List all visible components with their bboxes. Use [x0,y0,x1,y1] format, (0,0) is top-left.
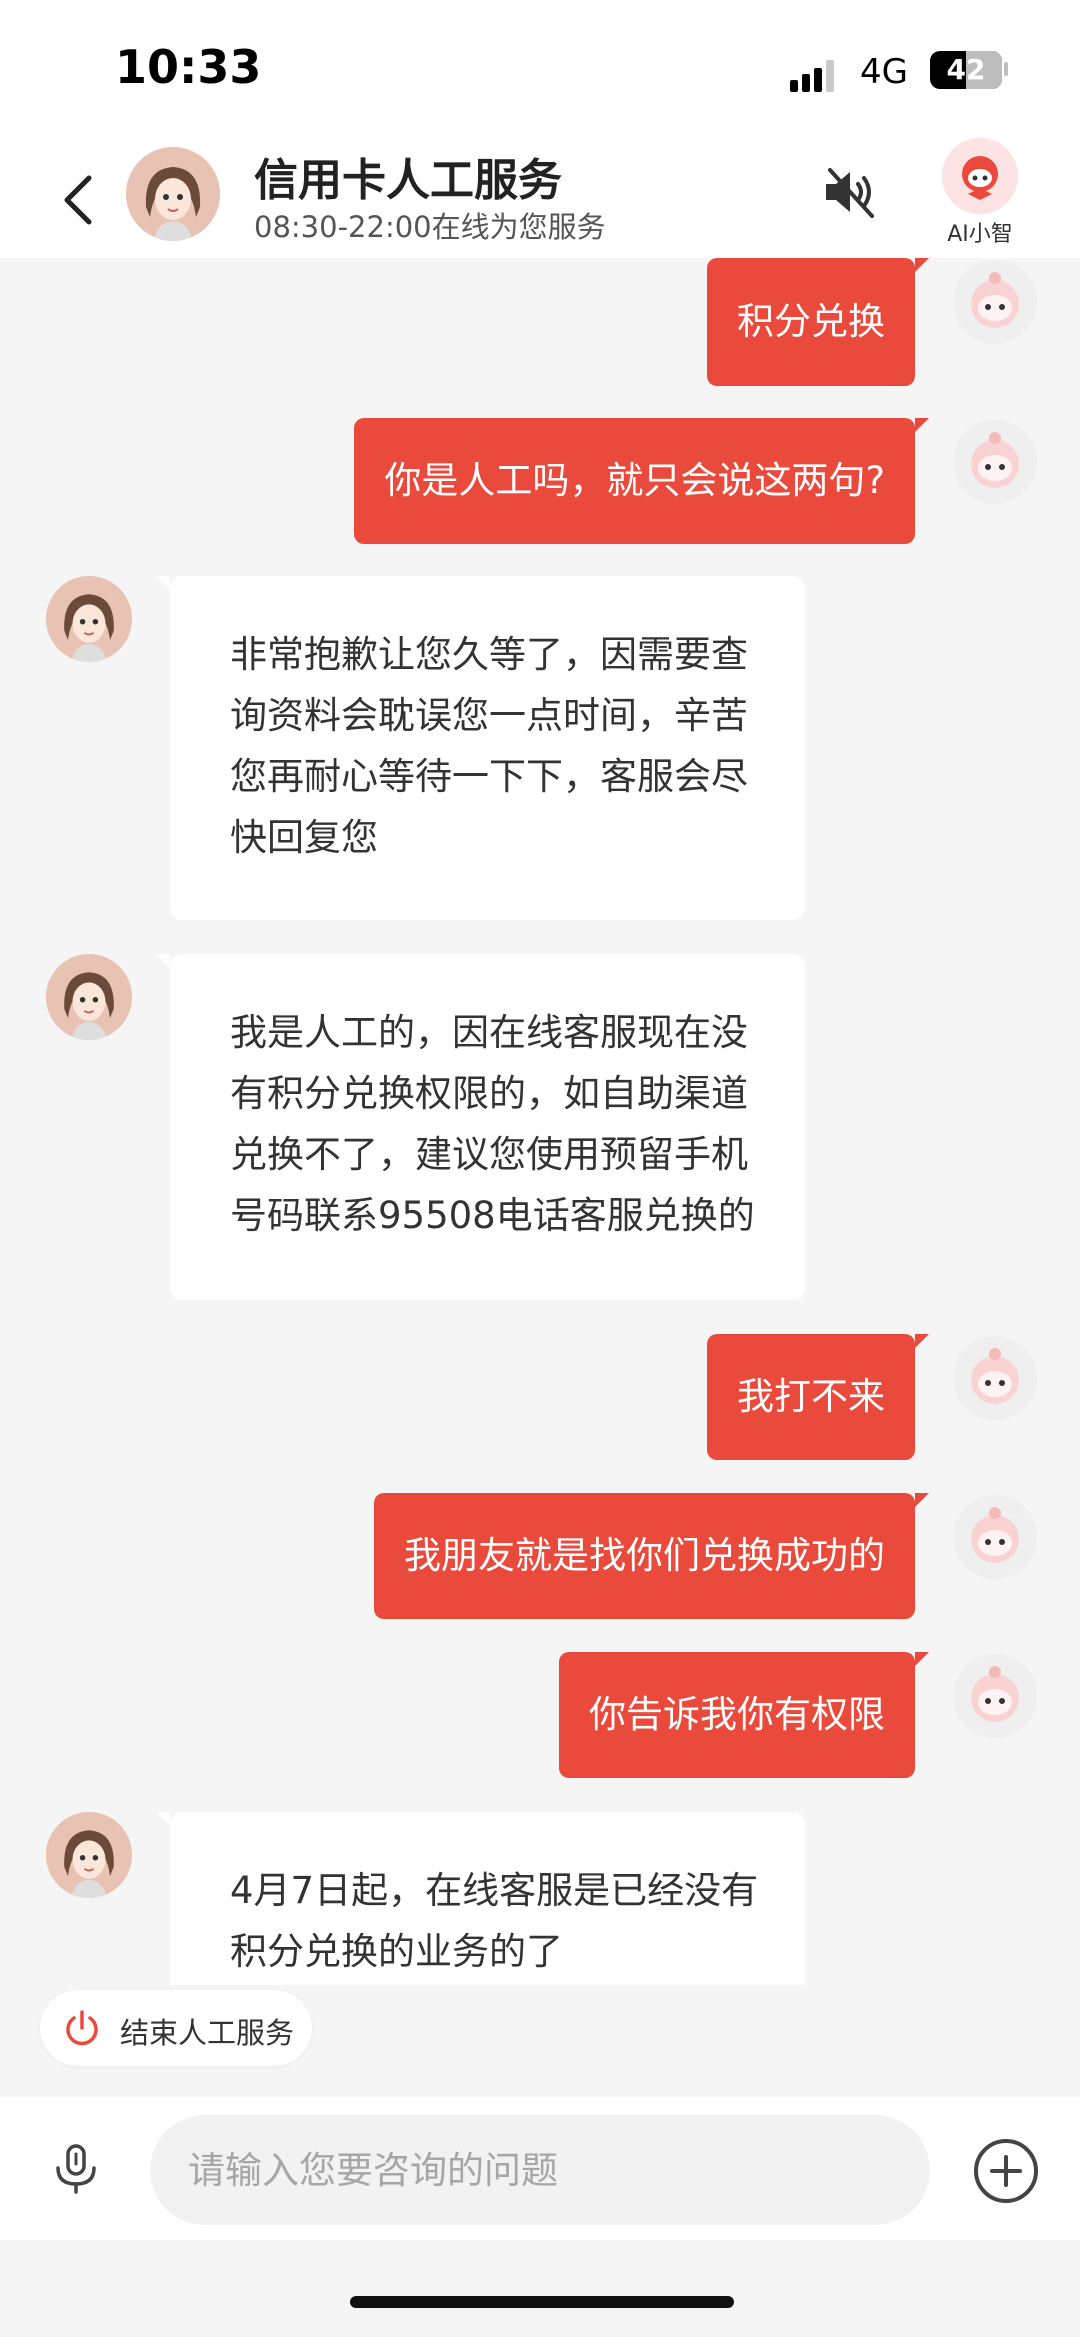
user-avatar-icon [953,1495,1037,1579]
user-message-bubble[interactable]: 你告诉我你有权限 [559,1652,929,1778]
agent-avatar [46,954,132,1040]
user-avatar-icon [953,260,1037,344]
user-avatar-icon [953,1336,1037,1420]
input-bar [0,2097,1080,2240]
user-avatar [953,420,1037,504]
status-time: 10:33 [115,40,262,94]
page-title: 信用卡人工服务 [254,155,562,206]
agent-avatar [46,1812,132,1898]
status-bar: 10:33 4G 42 [0,0,1080,130]
home-indicator[interactable] [350,2296,734,2308]
user-avatar [953,1336,1037,1420]
battery-level: 42 [946,53,986,86]
end-service-button[interactable]: 结束人工服务 [40,1990,312,2066]
battery-tip [1004,62,1008,76]
agent-face-icon [46,954,132,1040]
user-avatar-icon [953,420,1037,504]
speaker-muted-icon [826,168,874,218]
agent-avatar[interactable] [126,147,220,241]
user-avatar [953,1654,1037,1738]
chevron-left-icon [64,175,92,225]
agent-face-icon [126,147,220,241]
agent-face-icon [46,576,132,662]
ai-assistant-button[interactable]: AI小智 [940,138,1020,256]
speaker-toggle-button[interactable] [820,162,880,222]
power-icon [66,2010,98,2046]
ai-assistant-label: AI小智 [947,222,1013,247]
user-avatar [953,1495,1037,1579]
ai-assistant-icon [942,138,1018,214]
signal-icon [790,58,840,92]
service-hours: 08:30-22:00在线为您服务 [254,210,606,244]
message-input[interactable] [150,2115,930,2225]
agent-avatar [46,576,132,662]
battery-icon: 42 [930,51,1002,89]
user-message-bubble[interactable]: 你是人工吗，就只会说这两句? [354,418,929,544]
agent-face-icon [46,1812,132,1898]
user-avatar [953,260,1037,344]
more-options-button[interactable] [972,2137,1040,2205]
chat-message-list[interactable]: 积分兑换 你是人工吗，就只会说这两句? 非常抱歉让您久等了，因需要查询资料会耽误… [0,258,1080,1985]
voice-input-button[interactable] [48,2140,104,2196]
network-type: 4G [860,52,908,92]
chat-header: 信用卡人工服务 08:30-22:00在线为您服务 AI小智 [0,130,1080,258]
plus-circle-icon [974,2139,1038,2203]
user-message-bubble[interactable]: 我打不来 [707,1334,929,1460]
agent-message-bubble[interactable]: 我是人工的，因在线客服现在没有积分兑换权限的，如自助渠道兑换不了，建议您使用预留… [156,954,805,1300]
back-button[interactable] [55,170,105,230]
end-service-label: 结束人工服务 [120,2016,295,2050]
microphone-icon [56,2144,96,2194]
user-avatar-icon [953,1654,1037,1738]
user-message-bubble[interactable]: 积分兑换 [707,258,929,386]
agent-message-bubble[interactable]: 非常抱歉让您久等了，因需要查询资料会耽误您一点时间，辛苦您再耐心等待一下下，客服… [156,576,805,920]
agent-message-bubble[interactable]: 4月7日起，在线客服是已经没有积分兑换的业务的了 [156,1812,805,1985]
user-message-bubble[interactable]: 我朋友就是找你们兑换成功的 [374,1493,929,1619]
